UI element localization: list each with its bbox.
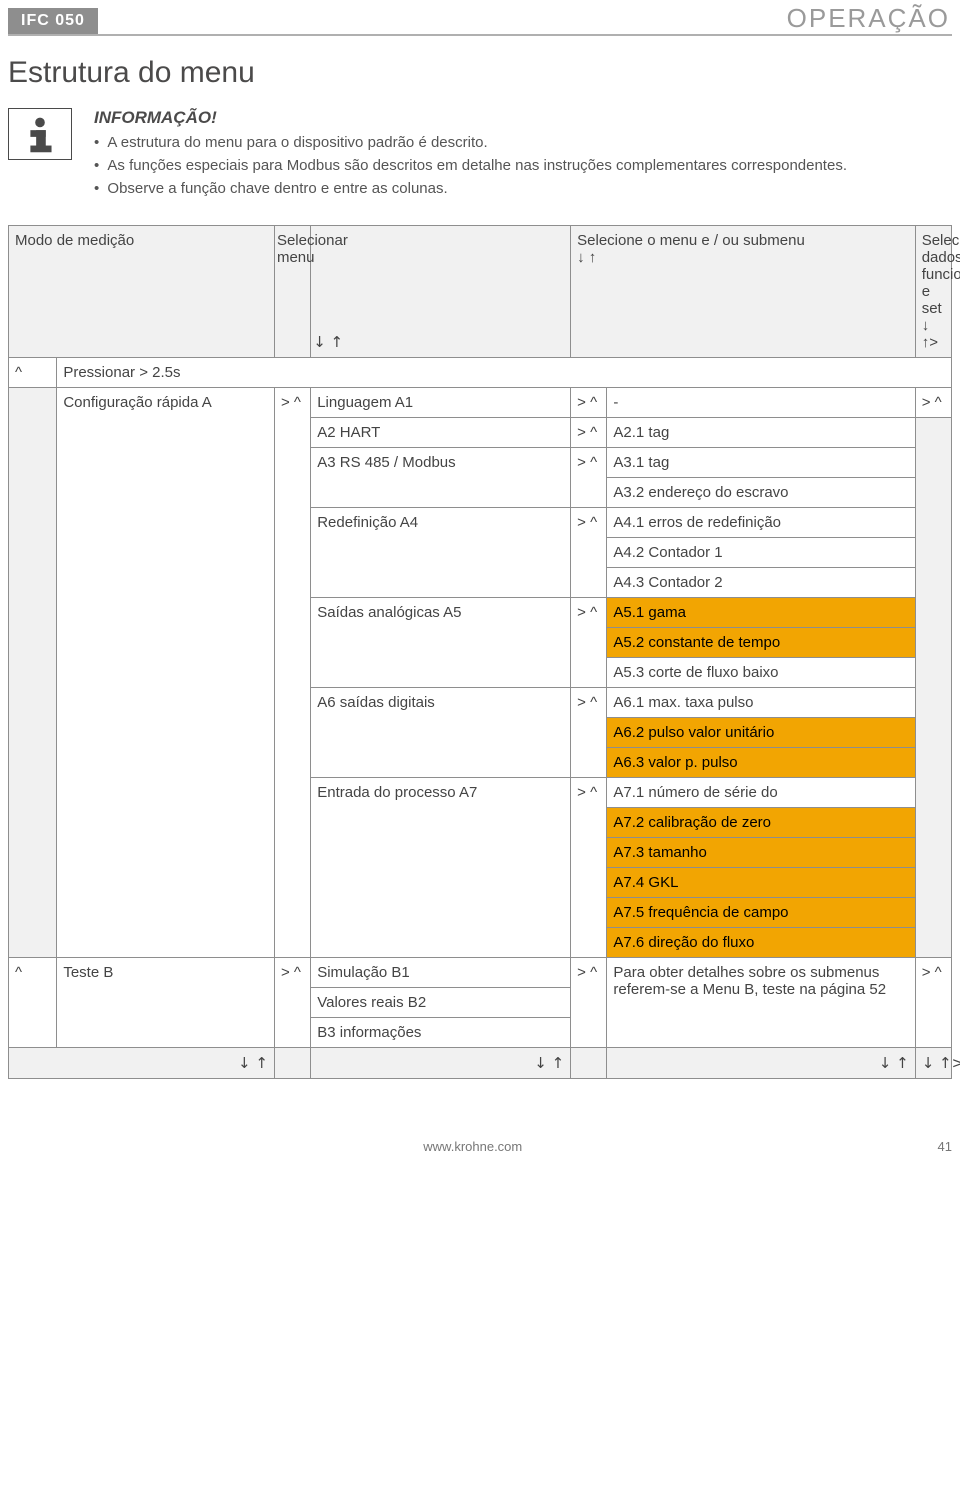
info-bullet: As funções especiais para Modbus são des… [94, 155, 847, 176]
nav-cell: > ^ [571, 418, 607, 448]
item-a3-2: A3.2 endereço do escravo [607, 478, 915, 508]
th-mode: Modo de medição [9, 226, 275, 358]
th-select-submenu: Selecione o menu e / ou submenu ↓ ↑ [571, 226, 916, 358]
item-a5-3: A5.3 corte de fluxo baixo [607, 658, 915, 688]
item-a6: A6 saídas digitais [311, 688, 571, 778]
press-label: Pressionar > 2.5s [57, 358, 952, 388]
item-b2: Valores reais B2 [311, 988, 571, 1018]
nav-cell: > ^ [571, 598, 607, 688]
arrows-cell: ↓ ↑> [915, 1048, 951, 1079]
item-a7-3: A7.3 tamanho [607, 838, 915, 868]
item-a2-sub: A2.1 tag [607, 418, 915, 448]
item-a1: Linguagem A1 [311, 388, 571, 418]
group-a: Configuração rápida A [57, 388, 275, 958]
header-spacer [98, 8, 787, 34]
item-b1: Simulação B1 [311, 958, 571, 988]
info-callout: INFORMAÇÃO! A estrutura do menu para o d… [8, 108, 952, 201]
item-a3: A3 RS 485 / Modbus [311, 448, 571, 508]
menu-structure-table: Modo de medição Selecionar menu ↓ ↑ Sele… [8, 225, 952, 1079]
item-a5-1: A5.1 gama [607, 598, 915, 628]
group-b: Teste B [57, 958, 275, 1048]
th-select-data: Selecionar dados funcionais e set ↓ ↑> [915, 226, 951, 358]
arrows-cell: ↓ ↑ [9, 1048, 275, 1079]
page-footer: www.krohne.com 41 [8, 1139, 952, 1154]
item-a7-1: A7.1 número de série do [607, 778, 915, 808]
item-a4: Redefinição A4 [311, 508, 571, 598]
item-a7-6: A7.6 direção do fluxo [607, 928, 915, 958]
item-a7-5: A7.5 frequência de campo [607, 898, 915, 928]
item-a5: Saídas analógicas A5 [311, 598, 571, 688]
nav-cell: > ^ [274, 958, 310, 1048]
arrows-cell: ↓ ↑ [607, 1048, 915, 1079]
nav-cell: > ^ [571, 508, 607, 598]
item-a5-2: A5.2 constante de tempo [607, 628, 915, 658]
info-heading: INFORMAÇÃO! [94, 108, 847, 128]
info-body: INFORMAÇÃO! A estrutura do menu para o d… [94, 108, 847, 201]
item-a4-3: A4.3 Contador 2 [607, 568, 915, 598]
nav-cell: > ^ [571, 688, 607, 778]
info-icon [8, 108, 72, 160]
arrows-cell: ↓ ↑ [311, 1048, 571, 1079]
nav-cell: > ^ [915, 388, 951, 418]
page-title: Estrutura do menu [8, 56, 960, 90]
nav-cell: > ^ [571, 778, 607, 958]
caret-cell: ^ [9, 958, 57, 1048]
th-arrows: ↓ ↑ [311, 226, 571, 358]
footer-url: www.krohne.com [8, 1139, 938, 1154]
nav-cell: > ^ [571, 958, 607, 1048]
item-a7: Entrada do processo A7 [311, 778, 571, 958]
th-select-menu: Selecionar menu [274, 226, 310, 358]
item-a1-sub: - [607, 388, 915, 418]
item-b3: B3 informações [311, 1018, 571, 1048]
info-bullet: Observe a função chave dentro e entre as… [94, 178, 847, 199]
page-header: IFC 050 OPERAÇÃO [8, 8, 952, 36]
item-a3-1: A3.1 tag [607, 448, 915, 478]
nav-cell: > ^ [571, 448, 607, 508]
item-a4-1: A4.1 erros de redefinição [607, 508, 915, 538]
nav-cell: > ^ [274, 388, 310, 958]
item-a6-3: A6.3 valor p. pulso [607, 748, 915, 778]
nav-cell: > ^ [571, 388, 607, 418]
caret-cell: ^ [9, 358, 57, 388]
nav-cell: > ^ [915, 958, 951, 1048]
item-a6-2: A6.2 pulso valor unitário [607, 718, 915, 748]
item-a7-4: A7.4 GKL [607, 868, 915, 898]
item-b-note: Para obter detalhes sobre os submenus re… [607, 958, 915, 1048]
item-a2: A2 HART [311, 418, 571, 448]
footer-page: 41 [938, 1139, 952, 1154]
item-a4-2: A4.2 Contador 1 [607, 538, 915, 568]
item-a6-1: A6.1 max. taxa pulso [607, 688, 915, 718]
info-bullet: A estrutura do menu para o dispositivo p… [94, 132, 847, 153]
item-a7-2: A7.2 calibração de zero [607, 808, 915, 838]
section-title: OPERAÇÃO [787, 8, 952, 34]
doc-id-badge: IFC 050 [8, 8, 98, 34]
